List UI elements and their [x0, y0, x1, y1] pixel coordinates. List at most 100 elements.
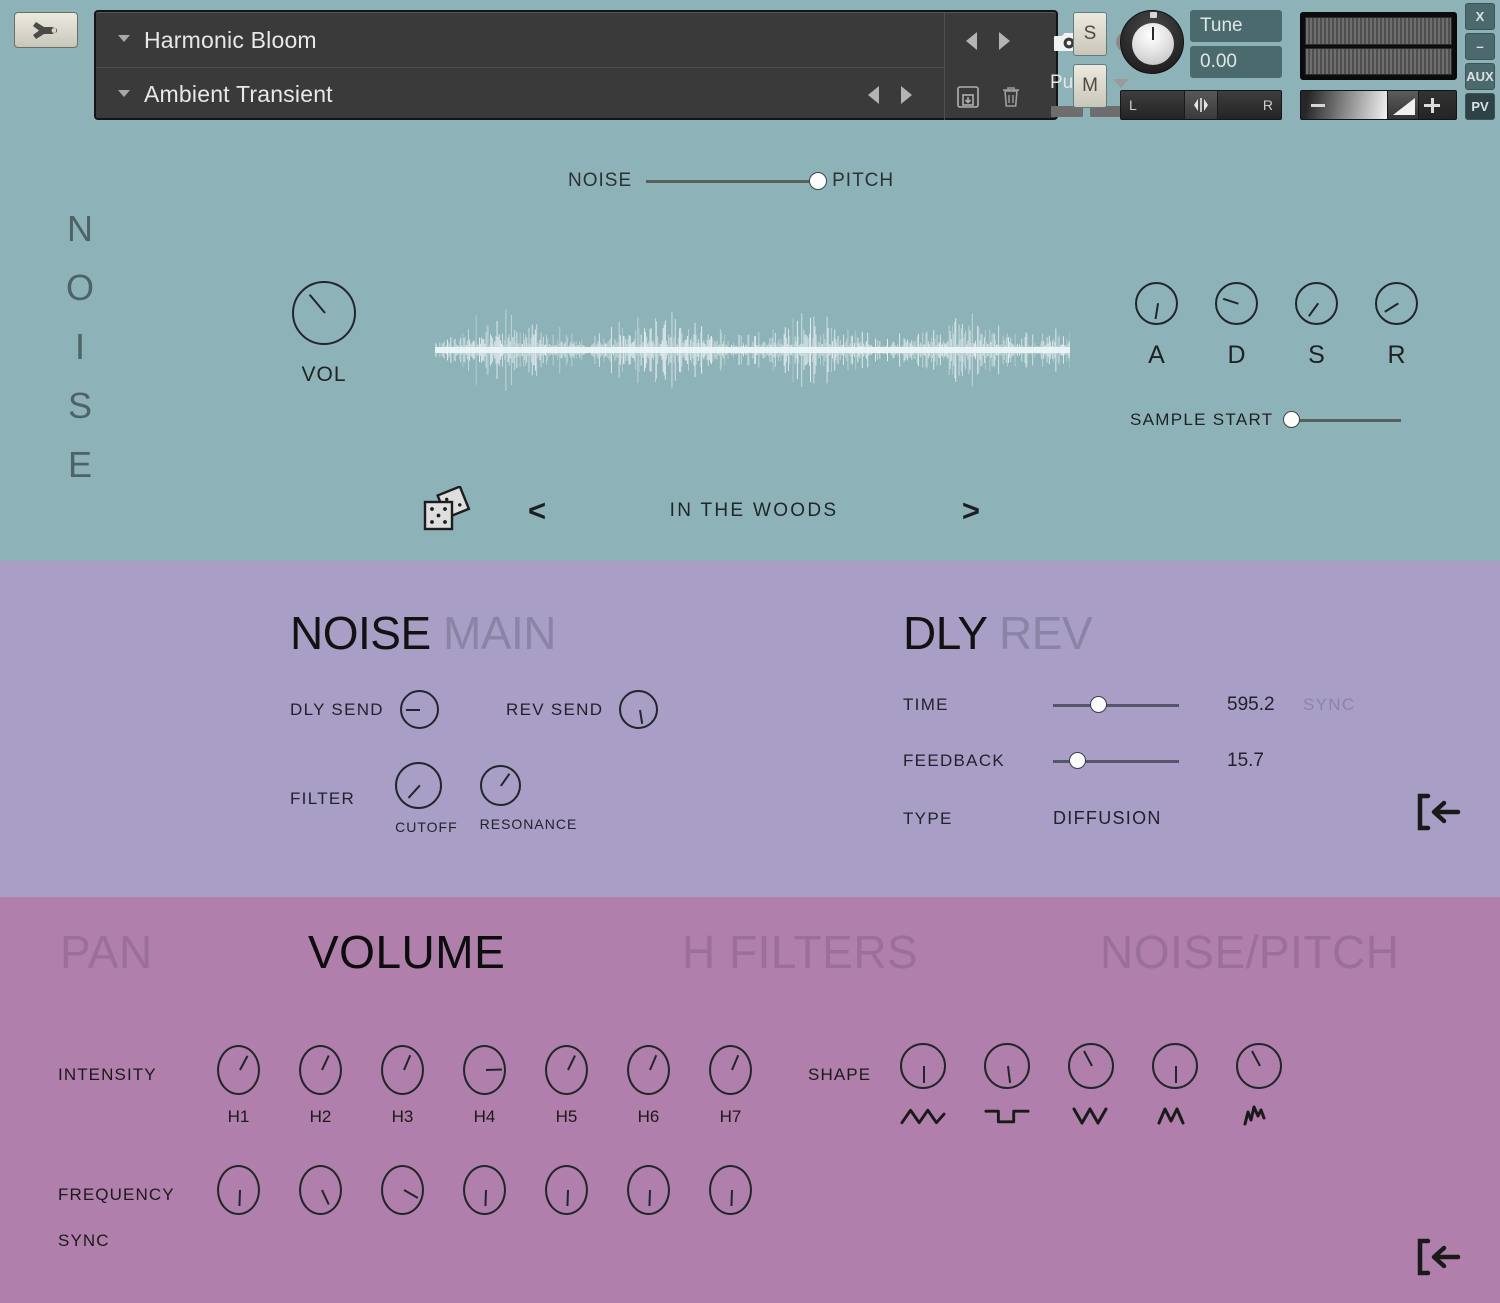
time-thumb[interactable] — [1090, 696, 1107, 713]
wrench-icon[interactable] — [14, 12, 78, 48]
pan-right-label: R — [1218, 91, 1281, 119]
tab-h-filters[interactable]: H FILTERS — [682, 925, 918, 979]
next-preset-icon[interactable] — [901, 86, 912, 104]
harmonic-frequency-knob[interactable] — [627, 1165, 670, 1215]
preset-row[interactable]: Ambient Transient — [96, 67, 944, 121]
pan-slider[interactable]: L R — [1120, 90, 1282, 120]
tune-value[interactable]: 0.00 — [1190, 46, 1282, 78]
square-wave-icon[interactable] — [984, 1103, 1030, 1129]
aux-button[interactable]: AUX — [1465, 63, 1495, 90]
tab-noise-pitch[interactable]: NOISE/PITCH — [1100, 925, 1399, 979]
decay-knob[interactable] — [1215, 282, 1258, 325]
harmonic-frequency-knob[interactable] — [709, 1165, 752, 1215]
minimize-button[interactable]: – — [1465, 33, 1495, 60]
tab-pan[interactable]: PAN — [60, 925, 153, 979]
type-value[interactable]: DIFFUSION — [1053, 808, 1162, 829]
cutoff-knob[interactable] — [395, 762, 442, 809]
harmonic-frequency-knob[interactable] — [299, 1165, 342, 1215]
volume-fader[interactable] — [1300, 90, 1457, 120]
shape-knob[interactable] — [1236, 1043, 1282, 1089]
tab-dly[interactable]: DLY — [903, 607, 987, 659]
knob-pointer — [321, 1190, 330, 1205]
prev-sample-button[interactable]: < — [528, 493, 546, 529]
shape-knob[interactable] — [1152, 1043, 1198, 1089]
fader-handle[interactable] — [1387, 91, 1419, 119]
noise-volume-knob[interactable] — [292, 281, 356, 345]
morph-track[interactable] — [646, 180, 818, 183]
harmonic-frequency-knob[interactable] — [381, 1165, 424, 1215]
chevron-down-icon[interactable] — [1113, 79, 1129, 88]
next-instrument-icon[interactable] — [999, 32, 1010, 50]
tune-knob[interactable] — [1120, 10, 1184, 74]
waveform-display[interactable] — [435, 300, 1070, 400]
fx-right-tabs: DLY REV — [903, 606, 1092, 660]
preset-expand-icon[interactable] — [118, 90, 130, 100]
random-wave-icon[interactable] — [1236, 1103, 1282, 1129]
instrument-expand-icon[interactable] — [118, 35, 130, 45]
harmonic-intensity-knob[interactable] — [217, 1045, 260, 1095]
harmonic-intensity-cell: H6 — [627, 1045, 670, 1127]
collapse-left-icon[interactable] — [1412, 1235, 1468, 1279]
tab-volume[interactable]: VOLUME — [308, 925, 505, 979]
resonance-control: RESONANCE — [480, 765, 578, 832]
dice-icon[interactable] — [420, 486, 478, 536]
sample-start-track[interactable] — [1291, 419, 1401, 422]
sustain-knob[interactable] — [1295, 282, 1338, 325]
feedback-slider[interactable] — [1053, 760, 1179, 763]
sync-label: SYNC — [58, 1231, 110, 1251]
next-sample-button[interactable]: > — [962, 493, 980, 529]
harmonic-intensity-knob[interactable] — [381, 1045, 424, 1095]
mute-button[interactable]: M — [1073, 64, 1107, 108]
instrument-nav[interactable] — [966, 32, 1010, 50]
preset-name: Ambient Transient — [144, 81, 333, 108]
noise-pitch-morph-slider[interactable]: NOISE PITCH — [568, 170, 894, 192]
solo-button[interactable]: S — [1073, 12, 1107, 56]
morph-thumb[interactable] — [809, 172, 827, 190]
harmonic-frequency-knob[interactable] — [217, 1165, 260, 1215]
harmonic-intensity-knob[interactable] — [627, 1045, 670, 1095]
harmonic-intensity-knob[interactable] — [299, 1045, 342, 1095]
close-button[interactable]: X — [1465, 3, 1495, 30]
prev-preset-icon[interactable] — [868, 86, 879, 104]
knob-pointer — [309, 294, 326, 314]
shape-knob[interactable] — [1068, 1043, 1114, 1089]
feedback-thumb[interactable] — [1069, 752, 1086, 769]
trash-icon[interactable] — [994, 80, 1028, 114]
pan-center-handle[interactable] — [1184, 91, 1218, 119]
shape-knob[interactable] — [900, 1043, 946, 1089]
knob-pointer — [566, 1190, 569, 1206]
double-v-wave-icon[interactable] — [1068, 1103, 1114, 1129]
release-knob[interactable] — [1375, 282, 1418, 325]
time-slider[interactable] — [1053, 704, 1179, 707]
zigzag-wave-icon[interactable] — [1152, 1103, 1198, 1129]
instrument-row[interactable]: Harmonic Bloom — [96, 13, 944, 67]
harmonic-frequency-cell — [217, 1165, 260, 1215]
tune-knob-marker — [1150, 12, 1157, 18]
preset-nav[interactable] — [868, 86, 912, 104]
tune-knob-pointer — [1152, 27, 1154, 40]
sync-toggle[interactable]: SYNC — [1303, 695, 1355, 715]
triangle-wave-icon[interactable] — [900, 1103, 946, 1129]
dly-send-knob[interactable] — [400, 690, 439, 729]
harmonic-intensity-knob[interactable] — [545, 1045, 588, 1095]
tab-rev[interactable]: REV — [999, 607, 1092, 659]
save-icon[interactable] — [951, 80, 985, 114]
attack-label: A — [1135, 341, 1178, 370]
collapse-left-icon[interactable] — [1412, 790, 1468, 834]
sample-start-thumb[interactable] — [1283, 411, 1300, 428]
tab-main[interactable]: MAIN — [443, 607, 556, 659]
rev-send-knob[interactable] — [619, 690, 658, 729]
harmonic-intensity-knob[interactable] — [709, 1045, 752, 1095]
shape-knob[interactable] — [984, 1043, 1030, 1089]
harmonic-intensity-knob[interactable] — [463, 1045, 506, 1095]
harmonic-frequency-knob[interactable] — [463, 1165, 506, 1215]
resonance-knob[interactable] — [480, 765, 521, 806]
type-label: TYPE — [903, 809, 1053, 829]
tab-noise[interactable]: NOISE — [290, 607, 431, 659]
fader-track[interactable] — [1301, 91, 1387, 119]
harmonic-frequency-knob[interactable] — [545, 1165, 588, 1215]
pv-button[interactable]: PV — [1465, 93, 1495, 120]
prev-instrument-icon[interactable] — [966, 32, 977, 50]
attack-knob[interactable] — [1135, 282, 1178, 325]
knob-pointer — [731, 1055, 739, 1071]
